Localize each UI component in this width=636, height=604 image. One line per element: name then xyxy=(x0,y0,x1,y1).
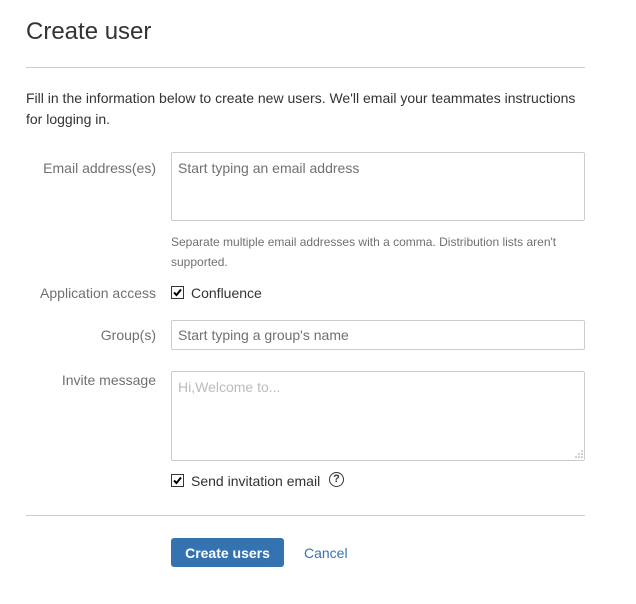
confluence-option-label[interactable]: Confluence xyxy=(191,284,262,302)
email-helper-text: Separate multiple email addresses with a… xyxy=(171,235,557,269)
confluence-checkbox[interactable] xyxy=(171,286,184,299)
invite-message-field[interactable] xyxy=(171,371,585,461)
cancel-link[interactable]: Cancel xyxy=(304,544,348,562)
create-users-button[interactable]: Create users xyxy=(171,538,284,567)
send-invitation-checkbox[interactable] xyxy=(171,474,184,487)
resize-grip-icon[interactable] xyxy=(574,449,583,458)
groups-label: Group(s) xyxy=(100,327,156,343)
page-title: Create user xyxy=(26,18,152,45)
top-divider xyxy=(26,67,585,68)
question-circle-icon[interactable]: ? xyxy=(329,472,344,487)
application-access-label: Application access xyxy=(40,285,156,301)
groups-input[interactable] xyxy=(171,320,585,350)
invite-message-label: Invite message xyxy=(61,372,156,388)
intro-text: Fill in the information below to create … xyxy=(26,90,576,127)
email-label: Email address(es) xyxy=(43,160,156,176)
bottom-divider xyxy=(26,515,585,516)
send-invitation-label[interactable]: Send invitation email xyxy=(191,472,320,490)
checkmark-icon xyxy=(173,476,182,485)
checkmark-icon xyxy=(173,288,182,297)
email-field[interactable] xyxy=(171,152,585,221)
